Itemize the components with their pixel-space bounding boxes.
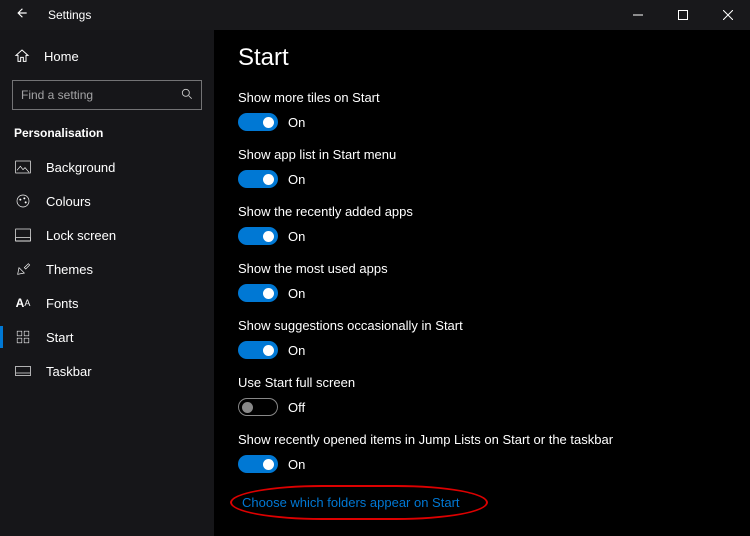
- toggle-switch[interactable]: [238, 398, 278, 416]
- lockscreen-icon: [14, 227, 32, 243]
- sidebar-item-start[interactable]: Start: [0, 320, 214, 354]
- setting-label: Use Start full screen: [238, 375, 726, 390]
- choose-folders-link[interactable]: Choose which folders appear on Start: [242, 495, 460, 510]
- sidebar-item-label: Lock screen: [46, 228, 116, 243]
- start-icon: [14, 329, 32, 345]
- sidebar: Home Personalisation Background Colours …: [0, 30, 214, 536]
- sidebar-item-fonts[interactable]: AA Fonts: [0, 286, 214, 320]
- toggle-state: On: [288, 229, 305, 244]
- setting-row: Show recently opened items in Jump Lists…: [238, 432, 726, 473]
- close-button[interactable]: [705, 0, 750, 30]
- setting-row: Show app list in Start menu On: [238, 147, 726, 188]
- maximize-icon: [678, 10, 688, 20]
- page-title: Start: [238, 44, 726, 72]
- content-area: Start Show more tiles on StartOnShow app…: [214, 30, 750, 536]
- toggle-state: Off: [288, 400, 305, 415]
- toggle-state: On: [288, 457, 305, 472]
- background-icon: [14, 159, 32, 175]
- toggle-state: On: [288, 115, 305, 130]
- setting-label: Show more tiles on Start: [238, 90, 726, 105]
- setting-label: Show the most used apps: [238, 261, 726, 276]
- sidebar-item-colours[interactable]: Colours: [0, 184, 214, 218]
- setting-label: Show the recently added apps: [238, 204, 726, 219]
- sidebar-item-label: Fonts: [46, 296, 79, 311]
- toggle-state: On: [288, 286, 305, 301]
- home-button[interactable]: Home: [0, 40, 214, 72]
- fonts-icon: AA: [14, 295, 32, 311]
- home-label: Home: [44, 49, 79, 64]
- titlebar: Settings: [0, 0, 750, 30]
- toggle-switch[interactable]: [238, 455, 278, 473]
- taskbar-icon: [14, 363, 32, 379]
- setting-label: Show recently opened items in Jump Lists…: [238, 432, 726, 447]
- setting-row: Show suggestions occasionally in Start On: [238, 318, 726, 359]
- setting-label: Show suggestions occasionally in Start: [238, 318, 726, 333]
- category-header: Personalisation: [0, 122, 214, 150]
- setting-row: Show the recently added apps On: [238, 204, 726, 245]
- toggle-switch[interactable]: [238, 170, 278, 188]
- home-icon: [14, 48, 30, 64]
- close-icon: [723, 10, 733, 20]
- sidebar-item-label: Taskbar: [46, 364, 92, 379]
- toggle-switch[interactable]: [238, 341, 278, 359]
- setting-label: Show app list in Start menu: [238, 147, 726, 162]
- minimize-icon: [633, 10, 643, 20]
- sidebar-item-themes[interactable]: Themes: [0, 252, 214, 286]
- toggle-state: On: [288, 343, 305, 358]
- setting-row: Show more tiles on Start On: [238, 90, 726, 131]
- sidebar-item-label: Background: [46, 160, 115, 175]
- sidebar-item-label: Start: [46, 330, 73, 345]
- setting-row: Show the most used apps On: [238, 261, 726, 302]
- toggle-switch[interactable]: [238, 227, 278, 245]
- minimize-button[interactable]: [615, 0, 660, 30]
- toggle-switch[interactable]: [238, 113, 278, 131]
- setting-row: Use Start full screen Off: [238, 375, 726, 416]
- window-title: Settings: [48, 8, 91, 22]
- sidebar-item-label: Colours: [46, 194, 91, 209]
- sidebar-item-label: Themes: [46, 262, 93, 277]
- back-button[interactable]: [10, 6, 34, 25]
- sidebar-item-background[interactable]: Background: [0, 150, 214, 184]
- search-input[interactable]: [12, 80, 202, 110]
- search-box[interactable]: [12, 80, 202, 110]
- sidebar-item-lockscreen[interactable]: Lock screen: [0, 218, 214, 252]
- sidebar-item-taskbar[interactable]: Taskbar: [0, 354, 214, 388]
- colours-icon: [14, 193, 32, 209]
- search-icon: [180, 87, 194, 106]
- themes-icon: [14, 261, 32, 277]
- arrow-left-icon: [15, 6, 29, 20]
- toggle-state: On: [288, 172, 305, 187]
- toggle-switch[interactable]: [238, 284, 278, 302]
- maximize-button[interactable]: [660, 0, 705, 30]
